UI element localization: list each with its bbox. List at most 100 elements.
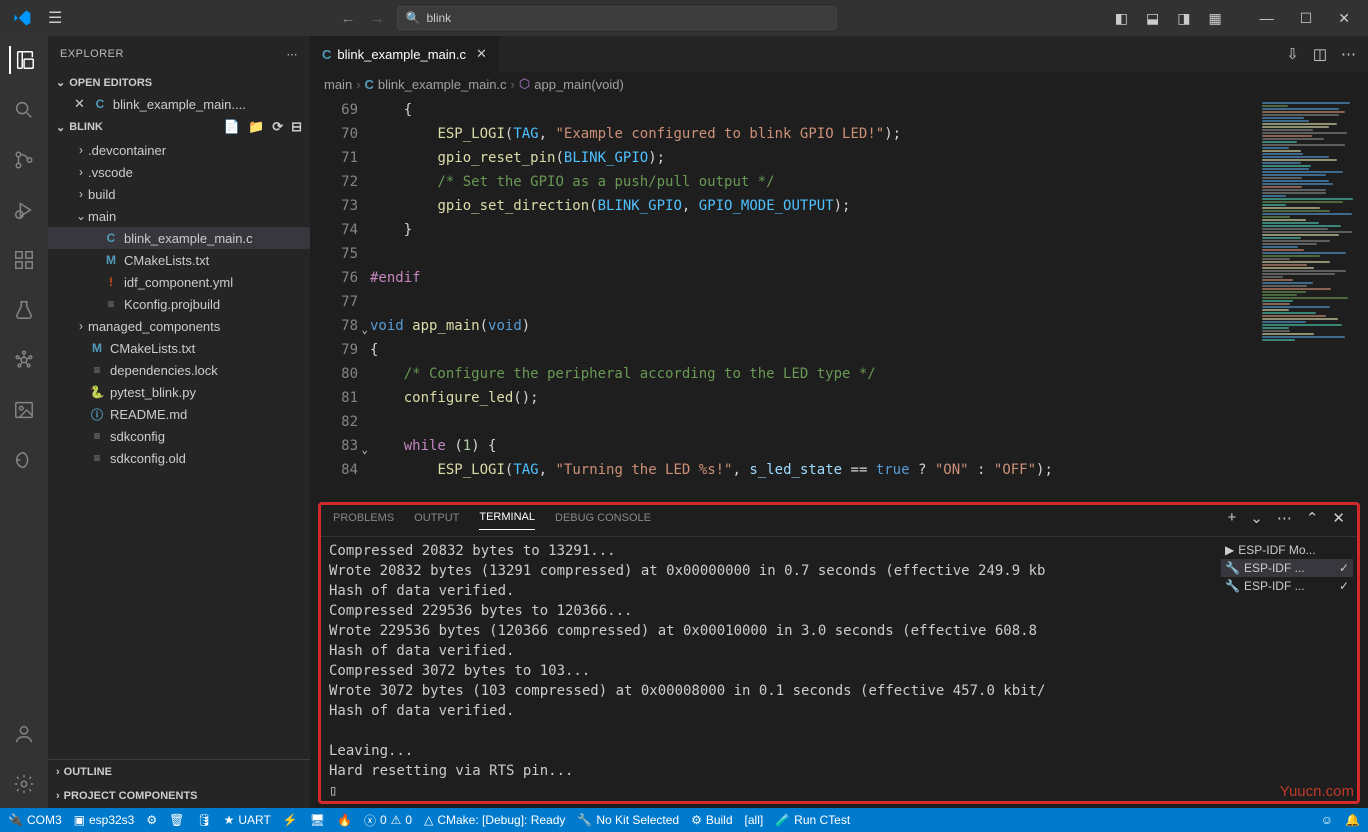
debug-icon[interactable] [10,196,38,224]
open-file-name: blink_example_main.... [113,97,246,112]
tree-item[interactable]: ›build [48,183,310,205]
gear-icon: ⚙ [691,813,702,827]
close-editor-icon[interactable]: ✕ [74,96,85,112]
project-section[interactable]: ⌄BLINK 📄 📁 ⟳ ⊟ [48,115,310,139]
status-config[interactable]: ⚙ [146,813,157,827]
tree-item[interactable]: ›managed_components [48,315,310,337]
search-input[interactable]: 🔍 blink [397,6,837,30]
gear-icon[interactable] [10,770,38,798]
project-components-section[interactable]: ›PROJECT COMPONENTS [48,784,310,808]
nav-back-icon[interactable]: ← [341,10,356,27]
code-editor[interactable]: 69707172737475767778⌄7980818283⌄84 { ESP… [310,96,1368,498]
terminal-list-item[interactable]: ▶ESP-IDF Mo... [1221,541,1353,559]
new-folder-icon[interactable]: 📁 [248,119,264,135]
terminal-panel: PROBLEMS OUTPUT TERMINAL DEBUG CONSOLE +… [318,502,1360,804]
breadcrumb[interactable]: main› C blink_example_main.c› ⬡ app_main… [310,72,1368,96]
tree-item[interactable]: ⓘREADME.md [48,403,310,425]
tree-item[interactable]: ≡sdkconfig [48,425,310,447]
close-icon[interactable]: ✕ [1338,10,1350,27]
split-editor-icon[interactable]: ◫ [1313,45,1327,63]
scm-icon[interactable] [10,146,38,174]
testing-icon[interactable] [10,296,38,324]
search-activity-icon[interactable] [10,96,38,124]
tabs: C blink_example_main.c ✕ ⇩ ◫ ⋯ [310,36,1368,72]
tree-item[interactable]: !idf_component.yml [48,271,310,293]
layout-panel-left-icon[interactable]: ◧ [1115,10,1128,27]
layout-panel-right-icon[interactable]: ◨ [1177,10,1190,27]
layout-panel-bottom-icon[interactable]: ⬓ [1146,10,1159,27]
collapse-icon[interactable]: ⊟ [291,119,302,135]
file-tree: ›.devcontainer›.vscode›build⌄mainCblink_… [48,139,310,759]
tree-item[interactable]: 🐍pytest_blink.py [48,381,310,403]
search-icon: 🔍 [406,11,421,25]
status-all[interactable]: [all] [745,813,764,827]
tab-problems[interactable]: PROBLEMS [333,512,394,530]
new-terminal-icon[interactable]: + [1228,509,1237,533]
tab-terminal[interactable]: TERMINAL [479,511,535,530]
status-flame[interactable]: 🔥 [337,813,352,827]
tree-item[interactable]: ›.vscode [48,161,310,183]
status-build[interactable]: 🛢 [196,813,211,827]
status-errs[interactable]: ⓧ0 ⚠0 [364,812,412,829]
tree-item[interactable]: ≡dependencies.lock [48,359,310,381]
tree-item[interactable]: ≡sdkconfig.old [48,447,310,469]
status-flash[interactable]: ⚡ [283,813,298,827]
tree-item[interactable]: Cblink_example_main.c [48,227,310,249]
explorer-icon[interactable] [9,46,37,74]
new-file-icon[interactable]: 📄 [224,119,240,135]
tree-item[interactable]: ›.devcontainer [48,139,310,161]
menu-icon[interactable]: ☰ [48,8,62,28]
more-icon[interactable]: ⋯ [287,48,299,61]
refresh-icon[interactable]: ⟳ [272,119,283,135]
status-kit[interactable]: 🔧No Kit Selected [577,813,679,827]
panel-close-icon[interactable]: ✕ [1332,509,1345,533]
tree-item[interactable]: MCMakeLists.txt [48,337,310,359]
minimap[interactable] [1258,96,1368,498]
image-icon[interactable] [10,396,38,424]
status-uart[interactable]: ★UART [224,813,271,827]
status-target[interactable]: ▣esp32s3 [74,813,135,827]
extensions-icon[interactable] [10,246,38,274]
status-cmake-build[interactable]: ⚙Build [691,813,732,827]
tree-item[interactable]: MCMakeLists.txt [48,249,310,271]
bell-icon: 🔔 [1345,813,1360,827]
minimize-icon[interactable]: — [1260,10,1274,27]
tree-item[interactable]: ≡Kconfig.projbuild [48,293,310,315]
search-text: blink [427,11,452,25]
terminal-list-item[interactable]: 🔧ESP-IDF ...✓ [1221,559,1353,577]
outline-section[interactable]: ›OUTLINE [48,760,310,784]
panel-maximize-icon[interactable]: ⌃ [1306,509,1319,533]
c-file-icon: C [91,97,109,111]
status-bell[interactable]: 🔔 [1345,813,1360,827]
feedback-icon: ☺ [1321,813,1333,827]
account-icon[interactable] [10,720,38,748]
remote-icon[interactable] [10,446,38,474]
status-clean[interactable]: 🗑 [169,813,184,827]
terminal-split-icon[interactable]: ⌄ [1250,509,1263,533]
beaker-icon: 🧪 [775,813,790,827]
open-editors-label: OPEN EDITORS [69,77,152,89]
terminal-list: ▶ESP-IDF Mo...🔧ESP-IDF ...✓🔧ESP-IDF ...✓ [1217,537,1357,801]
tab-blink-main[interactable]: C blink_example_main.c ✕ [310,36,500,72]
tab-output[interactable]: OUTPUT [414,512,459,530]
layout-customize-icon[interactable]: ▦ [1208,10,1221,27]
download-icon[interactable]: ⇩ [1286,45,1299,63]
nav-forward-icon[interactable]: → [370,10,385,27]
status-port[interactable]: 🔌COM3 [8,813,62,827]
terminal-list-item[interactable]: 🔧ESP-IDF ...✓ [1221,577,1353,595]
status-cmake[interactable]: △CMake: [Debug]: Ready [424,813,565,827]
maximize-icon[interactable]: ☐ [1300,10,1313,27]
tree-item[interactable]: ⌄main [48,205,310,227]
open-editor-item[interactable]: ✕ C blink_example_main.... [48,93,310,115]
status-monitor[interactable]: 🖥 [310,813,325,827]
espressif-icon[interactable] [10,346,38,374]
tab-close-icon[interactable]: ✕ [476,46,487,62]
open-editors-section[interactable]: ⌄OPEN EDITORS [48,72,310,93]
terminal-output[interactable]: Compressed 20832 bytes to 13291... Wrote… [321,537,1217,801]
panel-tabs: PROBLEMS OUTPUT TERMINAL DEBUG CONSOLE +… [321,505,1357,537]
tab-debug-console[interactable]: DEBUG CONSOLE [555,512,651,530]
terminal-more-icon[interactable]: ⋯ [1277,509,1292,533]
status-feedback[interactable]: ☺ [1321,813,1333,827]
status-ctest[interactable]: 🧪Run CTest [775,813,850,827]
more-actions-icon[interactable]: ⋯ [1341,45,1356,63]
